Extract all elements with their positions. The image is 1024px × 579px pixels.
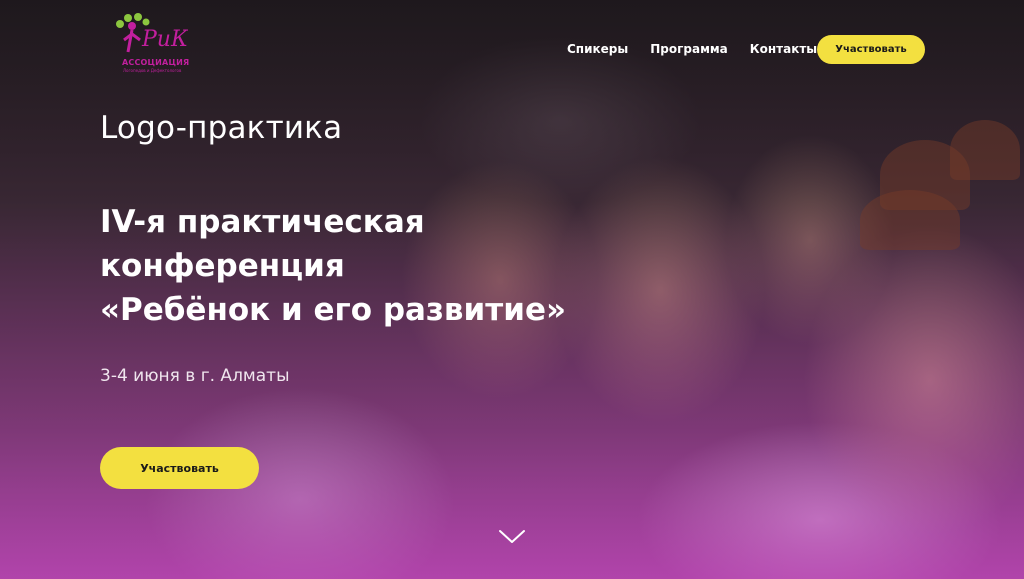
nav-item-program[interactable]: Программа [650, 42, 728, 56]
background-chair [860, 190, 960, 250]
participate-button[interactable]: Участвовать [100, 447, 259, 489]
logo[interactable]: РиК АССОЦИАЦИЯ Логопедов и Дефектологов [112, 12, 189, 76]
main-nav: Спикеры Программа Контакты [567, 42, 839, 56]
brand-name: Logo-практика [100, 110, 343, 146]
title-line: «Ребёнок и его развитие» [100, 292, 567, 328]
event-date: 3-4 июня в г. Алматы [100, 366, 290, 386]
chevron-down-icon[interactable] [498, 528, 526, 546]
logo-title: АССОЦИАЦИЯ [122, 58, 190, 67]
title-line: конференция [100, 248, 345, 284]
header-participate-button[interactable]: Участвовать [817, 35, 925, 64]
page-title: IV-я практическая конференция «Ребёнок и… [100, 200, 660, 332]
logo-subtitle: Логопедов и Дефектологов [123, 68, 182, 73]
title-line: IV-я практическая [100, 204, 425, 240]
logo-mark-text: РиК [141, 27, 188, 52]
nav-item-contacts[interactable]: Контакты [750, 42, 817, 56]
logo-mark-icon: РиК [116, 13, 188, 53]
background-chair [950, 120, 1020, 180]
nav-item-speakers[interactable]: Спикеры [567, 42, 628, 56]
